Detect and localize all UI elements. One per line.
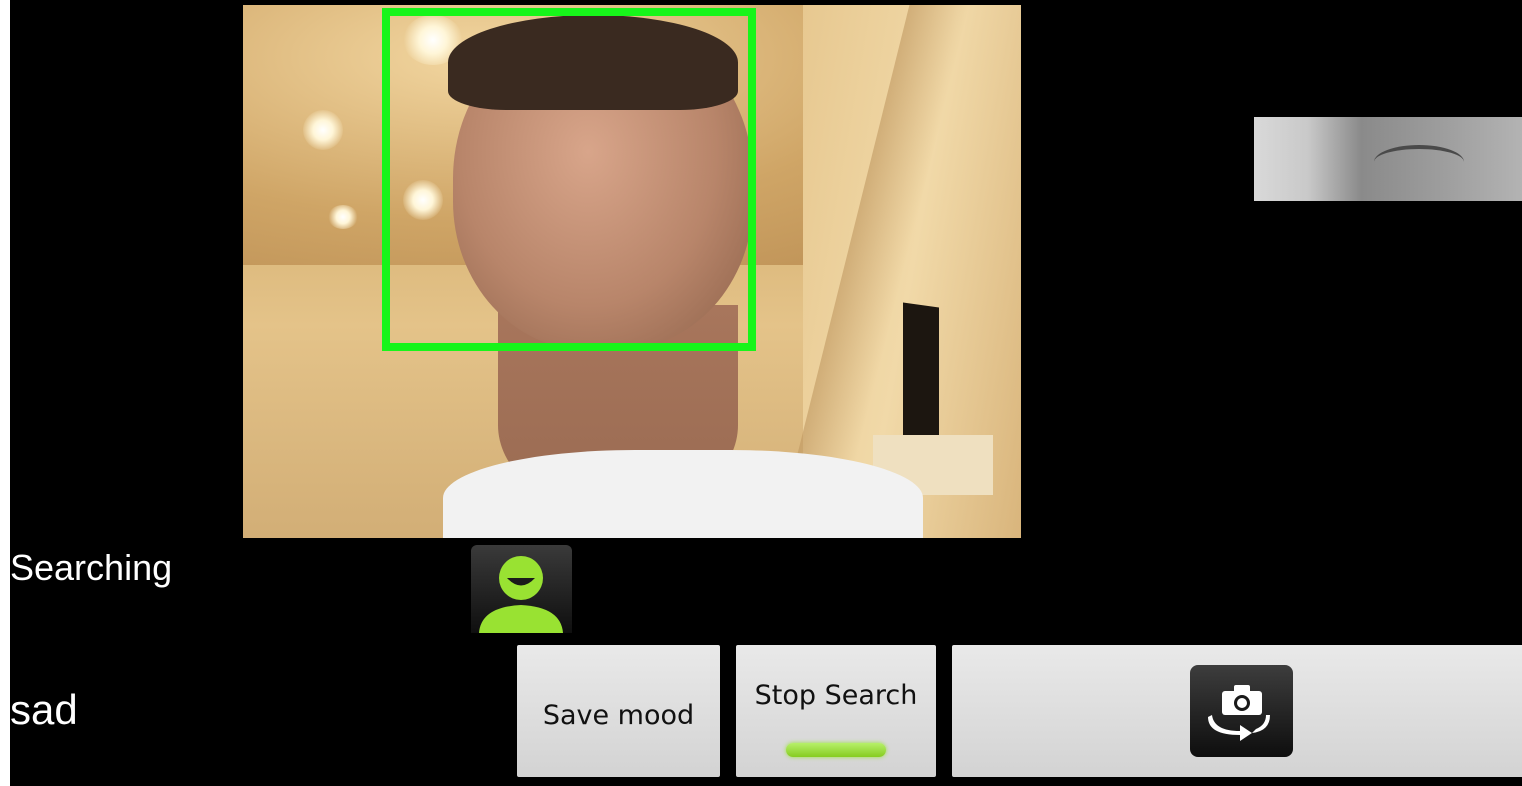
save-mood-label: Save mood xyxy=(542,699,695,731)
ceiling-light xyxy=(328,205,358,229)
switch-camera-icon xyxy=(1190,665,1293,757)
toggle-on-indicator xyxy=(786,743,886,757)
wall-picture xyxy=(903,302,939,448)
mood-result-label: sad xyxy=(10,686,78,733)
stop-search-label: Stop Search xyxy=(754,680,918,711)
app-screen: Searching sad Save mood Stop Search xyxy=(10,0,1522,786)
ceiling-light xyxy=(303,110,343,150)
search-status-label: Searching xyxy=(10,547,173,588)
switch-camera-graphic xyxy=(1208,685,1270,741)
face-thumbnail xyxy=(1254,117,1522,201)
stop-search-toggle[interactable]: Stop Search xyxy=(736,645,936,777)
switch-camera-button[interactable] xyxy=(952,645,1522,777)
face-detection-box xyxy=(382,8,756,351)
person-shirt xyxy=(443,450,923,538)
avatar-graphic xyxy=(479,556,563,633)
user-avatar-icon[interactable] xyxy=(471,545,572,633)
save-mood-button[interactable]: Save mood xyxy=(517,645,720,777)
thumbnail-mouth xyxy=(1374,145,1464,179)
